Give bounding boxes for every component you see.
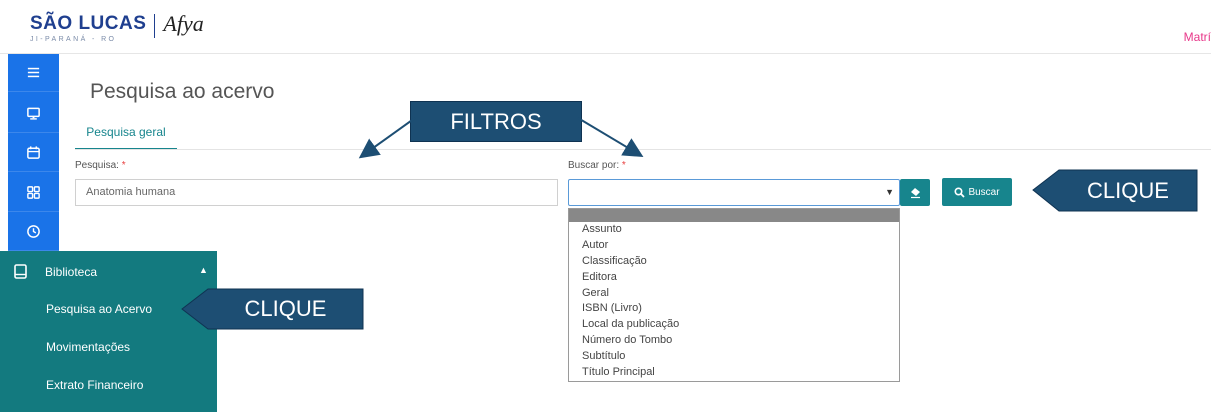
chevron-up-icon: ▲	[199, 265, 208, 275]
grid-icon	[27, 186, 40, 199]
menu-icon	[27, 67, 40, 78]
buscar-por-dropdown: Assunto Autor Classificação Editora Geral ISB…	[568, 208, 900, 382]
dropdown-option[interactable]: ISBN (Livro)	[569, 301, 899, 317]
page-title: Pesquisa ao acervo	[90, 80, 275, 103]
sidebar-menu-biblioteca: Biblioteca ▲ Pesquisa ao Acervo Moviment…	[0, 251, 217, 412]
filtros-callout: FILTROS	[410, 101, 582, 142]
monitor-icon	[27, 107, 40, 120]
sidebar-section-label: Biblioteca	[45, 265, 98, 279]
sidebar-item-monitor[interactable]	[8, 95, 59, 133]
buscar-por-field-label: Buscar por: *	[568, 160, 626, 171]
tab-pesquisa-geral[interactable]: Pesquisa geral	[75, 118, 177, 150]
dropdown-option[interactable]: Geral	[569, 286, 899, 302]
sidebar-item-pesquisa-acervo[interactable]: Pesquisa ao Acervo	[46, 302, 152, 316]
required-mark: *	[121, 160, 126, 171]
search-input[interactable]: Anatomia humana	[75, 179, 558, 206]
dropdown-option[interactable]: Subtítulo	[569, 349, 899, 365]
dropdown-option[interactable]: Assunto	[569, 222, 899, 238]
book-icon	[14, 264, 27, 279]
chevron-down-icon: ▼	[885, 187, 894, 197]
sidebar-item-grid[interactable]	[8, 174, 59, 212]
sidebar-item-movimentacoes[interactable]: Movimentações	[46, 340, 130, 354]
search-button[interactable]: Buscar	[942, 178, 1012, 206]
sidebar-item-extrato-financeiro[interactable]: Extrato Financeiro	[46, 378, 143, 392]
dropdown-option[interactable]: Autor	[569, 238, 899, 254]
sidebar-item-clock[interactable]	[8, 213, 59, 251]
clear-button[interactable]	[900, 179, 930, 206]
tabs-divider	[75, 149, 1211, 150]
clique-callout-text-2: CLIQUE	[244, 296, 327, 321]
filtros-arrow-left	[358, 117, 416, 159]
dropdown-option[interactable]: Classificação	[569, 254, 899, 270]
menu-toggle-button[interactable]	[8, 54, 59, 92]
sidebar-section-biblioteca[interactable]: Biblioteca ▲	[0, 251, 217, 291]
logo-divider	[154, 14, 156, 38]
calendar-icon	[27, 146, 40, 159]
clique-callout-text-1: CLIQUE	[1087, 177, 1169, 203]
dropdown-option[interactable]: Local da publicação	[569, 317, 899, 333]
buscar-por-select[interactable]: ▼	[568, 179, 900, 206]
search-field-label: Pesquisa: *	[75, 160, 126, 171]
search-icon	[954, 186, 966, 198]
dropdown-option[interactable]: Título Principal	[569, 365, 899, 381]
user-menu-link[interactable]: Matrí	[1184, 30, 1211, 44]
sidebar-icon-strip	[8, 54, 59, 251]
buscar-por-label-text: Buscar por:	[568, 160, 620, 171]
sidebar-item-calendar[interactable]	[8, 134, 59, 172]
eraser-icon	[910, 188, 920, 199]
dropdown-option[interactable]: Número do Tombo	[569, 333, 899, 349]
required-mark: *	[621, 160, 626, 171]
clock-icon	[27, 225, 40, 238]
logo-sao-lucas: SÃO LUCAS	[30, 13, 147, 34]
top-header: SÃO LUCAS JI-PARANÁ - RO Afya Matrí	[0, 0, 1211, 54]
dropdown-options-list: Assunto Autor Classificação Editora Geral ISB…	[569, 222, 899, 381]
logo-afya: Afya	[163, 11, 204, 36]
dropdown-empty-option[interactable]	[569, 209, 899, 222]
dropdown-option[interactable]: Editora	[569, 270, 899, 286]
search-button-label: Buscar	[968, 186, 1000, 198]
logo[interactable]: SÃO LUCAS JI-PARANÁ - RO Afya	[30, 11, 204, 48]
search-label-text: Pesquisa:	[75, 160, 119, 171]
logo-subtitle: JI-PARANÁ - RO	[30, 36, 117, 43]
